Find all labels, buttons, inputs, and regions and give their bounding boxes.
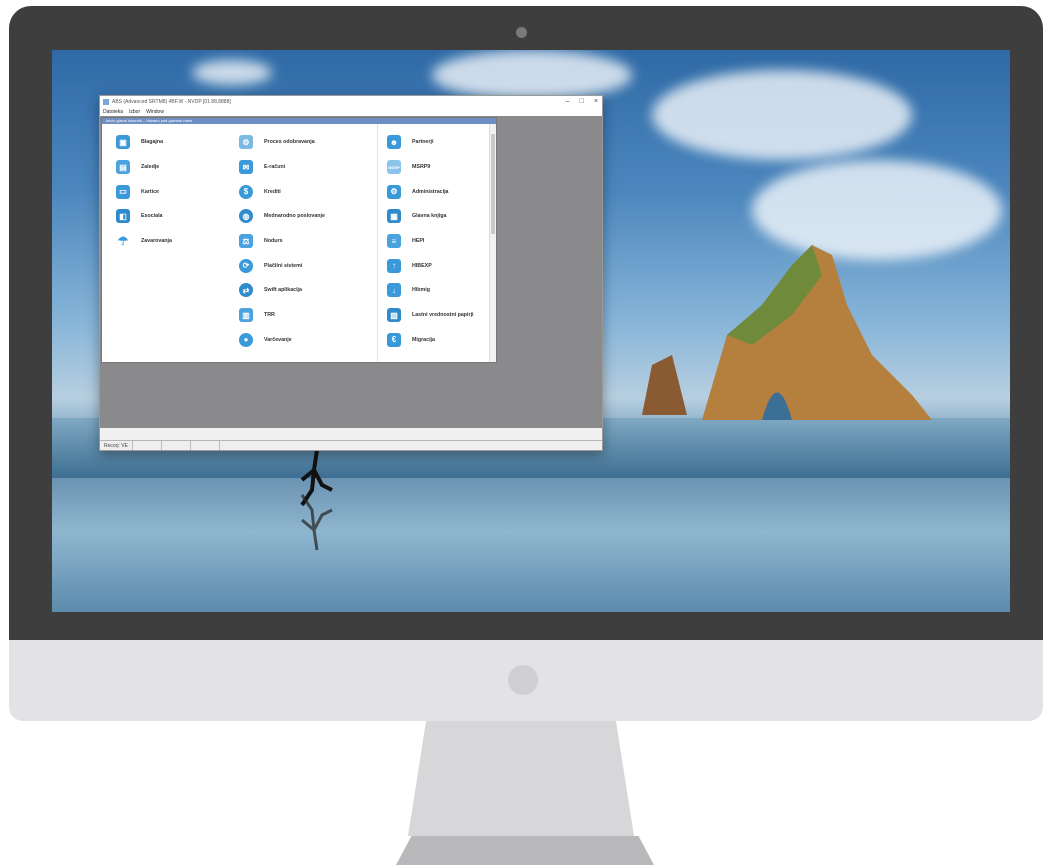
hepi-icon: ≡ [387,234,401,249]
module-esociala[interactable]: ◧ Esociala [116,204,172,229]
module-placilni-sistemi[interactable]: ⟳ Plačilni sistemi [239,253,325,278]
module-migracija[interactable]: € Migracija [387,328,474,353]
export-icon: ↑ [387,258,401,273]
module-column-1: ▣ Blagajna ▤ Zaledje ▭ Kartice ◧ Esociala ☂ Z… [116,130,172,253]
module-swift-aplikacija[interactable]: ⇄ Swift aplikacija [239,278,325,303]
close-button[interactable]: × [594,96,598,108]
module-mednarodno-poslovanje[interactable]: ◍ Mednarodno poslovanje [239,204,325,229]
module-column-3: ☻ Partnerji MSRP MSRP9 ⚙ Administracija ▦ Gl… [387,130,474,352]
module-column-2: ⚙ Proces odobravanja ✉ E-računi $ Krediti ◍… [239,130,325,352]
module-zavarovanja[interactable]: ☂ Zavarovanja [116,229,172,254]
backoffice-icon: ▤ [116,160,130,175]
home-button-icon [508,665,538,695]
social-icon: ◧ [116,209,130,224]
globe-icon: ◍ [239,209,253,224]
ledger-icon: ▦ [387,209,401,224]
credit-icon: $ [239,184,253,199]
menu-izbor[interactable]: Izbor [129,109,140,115]
piggy-bank-icon: ● [239,332,253,347]
gavel-icon: ⚖ [239,234,253,249]
camera-icon [516,27,527,38]
menubar: Datoteka Izbor Window [100,108,602,116]
monitor-foot [396,836,654,865]
cash-register-icon: ▣ [116,135,130,150]
e-invoice-icon: ✉ [239,160,253,175]
module-lastni-vrednostni-papirji[interactable]: ▧ Lastni vrednostni papirji [387,303,474,328]
rock-arch-image [642,245,932,420]
module-glavna-knjiga[interactable]: ▦ Glavna knjiga [387,204,474,229]
module-varcevanje[interactable]: ● Varčevanje [239,328,325,353]
inner-window-title: Inicio glavni izbornik – Vezano pod glav… [102,118,496,124]
monitor-stand [408,721,634,836]
payment-systems-icon: ⟳ [239,258,253,273]
partners-icon: ☻ [387,135,401,150]
runner-figure [300,449,333,551]
card-icon: ▭ [116,184,130,199]
module-trr[interactable]: ▥ TRR [239,303,325,328]
status-bar: Recorj: VE [100,440,602,450]
module-nodurs[interactable]: ⚖ Nodurs [239,229,325,254]
module-proces-odobravanja[interactable]: ⚙ Proces odobravanja [239,130,325,155]
status-text: Recorj: VE [100,441,133,450]
main-menu-panel: Inicio glavni izbornik – Vezano pod glav… [101,117,497,363]
module-blagajna[interactable]: ▣ Blagajna [116,130,172,155]
euro-icon: € [387,332,401,347]
module-administracija[interactable]: ⚙ Administracija [387,179,474,204]
account-icon: ▥ [239,308,253,323]
menu-datoteka[interactable]: Datoteka [103,109,123,115]
vertical-scrollbar[interactable] [489,124,496,362]
module-hepi[interactable]: ≡ HEPI [387,229,474,254]
menu-window[interactable]: Window [146,109,164,115]
process-icon: ⚙ [239,135,253,150]
module-hibmig[interactable]: ↓ Hibmig [387,278,474,303]
window-title: ABS (Advanced SRTM8) 4BF.W - NVDP [01.88… [112,99,231,105]
maximize-button[interactable]: □ [580,96,584,108]
module-msrp9[interactable]: MSRP MSRP9 [387,155,474,180]
module-krediti[interactable]: $ Krediti [239,179,325,204]
app-window: ABS (Advanced SRTM8) 4BF.W - NVDP [01.88… [99,95,603,451]
minimize-button[interactable]: – [566,96,570,108]
scrollbar-thumb[interactable] [491,134,495,234]
module-zaledje[interactable]: ▤ Zaledje [116,155,172,180]
msrp9-icon: MSRP [387,160,401,175]
beach [52,478,1010,612]
mdi-area: Inicio glavni izbornik – Vezano pod glav… [100,116,602,428]
window-titlebar[interactable]: ABS (Advanced SRTM8) 4BF.W - NVDP [01.88… [100,96,602,108]
swift-icon: ⇄ [239,283,253,298]
module-hibexp[interactable]: ↑ HIBEXP [387,253,474,278]
securities-icon: ▧ [387,308,401,323]
module-e-racuni[interactable]: ✉ E-računi [239,155,325,180]
migrate-icon: ↓ [387,283,401,298]
module-kartice[interactable]: ▭ Kartice [116,179,172,204]
admin-icon: ⚙ [387,184,401,199]
umbrella-icon: ☂ [117,234,129,249]
module-partnerji[interactable]: ☻ Partnerji [387,130,474,155]
app-icon [103,99,109,105]
